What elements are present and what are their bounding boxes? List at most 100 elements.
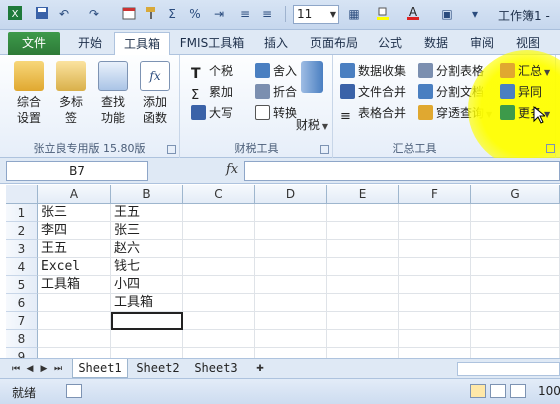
tab-file[interactable]: 文件 bbox=[8, 32, 60, 55]
grid-cell[interactable] bbox=[183, 240, 255, 258]
grid-cell[interactable]: 张三 bbox=[111, 222, 183, 240]
grid-cell[interactable] bbox=[327, 276, 399, 294]
grid-cell[interactable] bbox=[327, 258, 399, 276]
grid-cell[interactable] bbox=[471, 330, 560, 348]
grid-cell[interactable]: 王五 bbox=[111, 204, 183, 222]
font-size-select[interactable]: 11 ▼ bbox=[293, 5, 339, 24]
grid-cell[interactable]: 工具箱 bbox=[111, 294, 183, 312]
summary-button[interactable]: 汇总 ▼ bbox=[500, 61, 550, 81]
grid-cell[interactable] bbox=[399, 222, 471, 240]
insert-function-icon[interactable]: fx bbox=[226, 162, 238, 177]
active-cell[interactable] bbox=[111, 312, 183, 330]
sheet-tab-1[interactable]: Sheet1 bbox=[72, 359, 128, 378]
tax-button[interactable]: T 个税 bbox=[191, 61, 233, 82]
tab-data[interactable]: 数据 bbox=[416, 32, 456, 55]
tab-home[interactable]: 开始 bbox=[66, 32, 114, 55]
grid-cell[interactable] bbox=[327, 330, 399, 348]
table-merge-button[interactable]: ≡ 表格合并 bbox=[340, 103, 406, 124]
grid-cell[interactable] bbox=[327, 222, 399, 240]
row-header[interactable]: 8 bbox=[6, 330, 38, 348]
autosum-icon[interactable]: Σ bbox=[163, 5, 181, 23]
split-table-button[interactable]: 分割表格 bbox=[418, 61, 484, 81]
add-function-button[interactable]: fx 添加 函数 bbox=[136, 61, 174, 126]
tab-fmis-toolbox[interactable]: FMIS工具箱 bbox=[172, 32, 252, 55]
grid-cell[interactable]: 赵六 bbox=[111, 240, 183, 258]
next-sheet-icon[interactable]: ▶ bbox=[38, 362, 50, 376]
grid-cell[interactable] bbox=[255, 204, 327, 222]
grid-cell[interactable] bbox=[183, 204, 255, 222]
column-header[interactable]: D bbox=[255, 185, 327, 204]
grid-cell[interactable]: 王五 bbox=[38, 240, 111, 258]
grid-cell[interactable] bbox=[183, 348, 255, 358]
sheet-tab-2[interactable]: Sheet2 bbox=[130, 359, 186, 378]
grid-cell[interactable]: 钱七 bbox=[111, 258, 183, 276]
data-collect-button[interactable]: 数据收集 bbox=[340, 61, 406, 81]
grid-cell[interactable] bbox=[399, 312, 471, 330]
sheet-tab-3[interactable]: Sheet3 bbox=[188, 359, 244, 378]
grid-cell[interactable] bbox=[183, 276, 255, 294]
grid-cell[interactable] bbox=[111, 348, 183, 358]
multi-tab-button[interactable]: 多标 签 bbox=[52, 61, 90, 126]
normal-view-icon[interactable] bbox=[470, 384, 486, 398]
select-all-corner[interactable] bbox=[6, 185, 38, 204]
customize-toolbar-icon[interactable]: ▾ bbox=[466, 5, 484, 23]
grid-cell[interactable] bbox=[471, 312, 560, 330]
grid-cell[interactable] bbox=[327, 240, 399, 258]
grid-cell[interactable] bbox=[399, 240, 471, 258]
grid-cell[interactable] bbox=[471, 258, 560, 276]
compare-button[interactable]: 异同 bbox=[500, 82, 542, 102]
grid-cell[interactable] bbox=[399, 204, 471, 222]
grid-cell[interactable] bbox=[327, 204, 399, 222]
align-center-icon[interactable]: ≡ bbox=[236, 5, 254, 23]
grid-cell[interactable] bbox=[183, 222, 255, 240]
tab-formulas[interactable]: 公式 bbox=[370, 32, 410, 55]
column-header[interactable]: C bbox=[183, 185, 255, 204]
grid-cell[interactable]: 工具箱 bbox=[38, 276, 111, 294]
tab-toolbox[interactable]: 工具箱 bbox=[114, 32, 170, 55]
rounding-button[interactable]: 舍入 bbox=[255, 61, 297, 81]
formula-input[interactable] bbox=[244, 161, 560, 181]
increase-decimal-icon[interactable]: ⇥ bbox=[210, 5, 228, 23]
row-header[interactable]: 7 bbox=[6, 312, 38, 330]
grid-cell[interactable] bbox=[471, 240, 560, 258]
grid-cell[interactable]: 李四 bbox=[38, 222, 111, 240]
grid-cell[interactable] bbox=[183, 330, 255, 348]
grid-cell[interactable] bbox=[327, 294, 399, 312]
grid-cell[interactable] bbox=[255, 330, 327, 348]
grid-cell[interactable] bbox=[183, 312, 255, 330]
accumulate-button[interactable]: Σ 累加 bbox=[191, 82, 233, 103]
zoom-level[interactable]: 100% bbox=[538, 384, 560, 398]
grid-cell[interactable] bbox=[255, 294, 327, 312]
row-header[interactable]: 9 bbox=[6, 348, 38, 358]
grid-cell[interactable] bbox=[471, 204, 560, 222]
page-layout-view-icon[interactable] bbox=[490, 384, 506, 398]
grid-cell[interactable] bbox=[255, 312, 327, 330]
page-break-view-icon[interactable] bbox=[510, 384, 526, 398]
prev-sheet-icon[interactable]: ◀ bbox=[24, 362, 36, 376]
grid-cell[interactable]: 张三 bbox=[38, 204, 111, 222]
row-header[interactable]: 4 bbox=[6, 258, 38, 276]
grid-cell[interactable] bbox=[38, 312, 111, 330]
grid-cell[interactable] bbox=[255, 222, 327, 240]
grid-cell[interactable] bbox=[183, 258, 255, 276]
font-color-icon[interactable]: A bbox=[404, 5, 422, 23]
tab-review[interactable]: 审阅 bbox=[462, 32, 502, 55]
grid-cell[interactable] bbox=[255, 348, 327, 358]
grid-cell[interactable]: 小四 bbox=[111, 276, 183, 294]
grid-cell[interactable] bbox=[255, 276, 327, 294]
grid-cell[interactable] bbox=[327, 312, 399, 330]
redo-icon[interactable]: ↷ bbox=[85, 5, 103, 23]
column-header[interactable]: F bbox=[399, 185, 471, 204]
uppercase-button[interactable]: 大写 bbox=[191, 103, 233, 123]
group-launcher[interactable] bbox=[167, 145, 176, 154]
format-painter-icon[interactable] bbox=[142, 5, 160, 23]
convert-rate-button[interactable]: 折合 bbox=[255, 82, 297, 102]
row-header[interactable]: 3 bbox=[6, 240, 38, 258]
grid-cell[interactable] bbox=[471, 222, 560, 240]
row-header[interactable]: 1 bbox=[6, 204, 38, 222]
grid-cell[interactable]: Excel bbox=[38, 258, 111, 276]
last-sheet-icon[interactable]: ⏭ bbox=[52, 362, 64, 376]
grid-cell[interactable] bbox=[255, 258, 327, 276]
grid-cell[interactable] bbox=[399, 348, 471, 358]
grid-cell[interactable] bbox=[183, 294, 255, 312]
